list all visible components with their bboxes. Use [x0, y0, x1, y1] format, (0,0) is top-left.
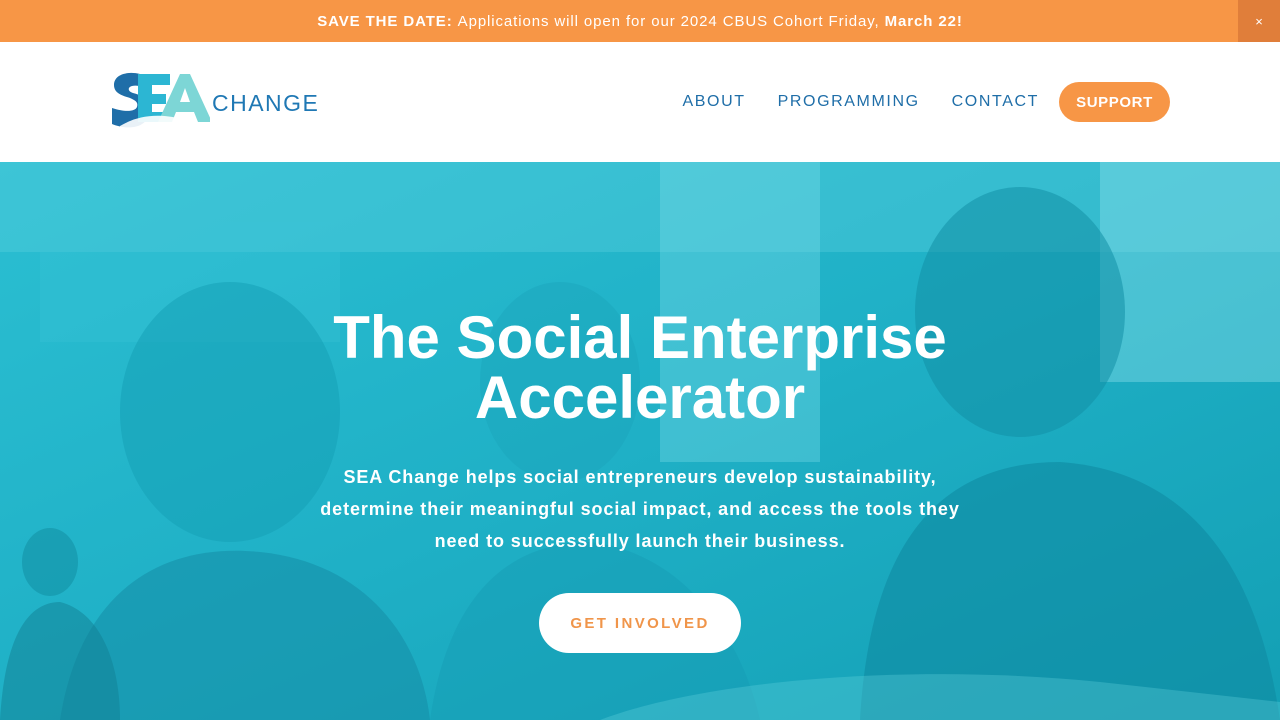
logo-mark-icon — [112, 72, 212, 134]
hero-title: The Social Enterprise Accelerator — [240, 308, 1040, 428]
hero-description: SEA Change helps social entrepreneurs de… — [300, 461, 980, 557]
hero-description-line-2: determine their meaningful social impact… — [320, 499, 960, 519]
get-involved-button[interactable]: GET INVOLVED — [539, 593, 741, 653]
hero-description-line-1: SEA Change helps social entrepreneurs de… — [343, 467, 937, 487]
support-button[interactable]: SUPPORT — [1059, 82, 1170, 122]
nav-about[interactable]: ABOUT — [682, 93, 745, 111]
site-header: CHANGE ABOUT PROGRAMMING CONTACT SUPPORT — [0, 42, 1280, 162]
hero-title-line-1: The Social Enterprise — [333, 304, 947, 371]
logo-wordmark: CHANGE — [212, 90, 320, 116]
main-nav: ABOUT PROGRAMMING CONTACT SUPPORT — [682, 82, 1170, 122]
sea-change-logo[interactable]: CHANGE — [110, 70, 318, 134]
close-icon: × — [1255, 13, 1263, 29]
close-announcement-button[interactable]: × — [1238, 0, 1280, 42]
hero-description-line-3: need to successfully launch their busine… — [434, 531, 846, 551]
nav-contact[interactable]: CONTACT — [952, 93, 1039, 111]
hero-section: The Social Enterprise Accelerator SEA Ch… — [0, 162, 1280, 720]
hero-title-line-2: Accelerator — [474, 364, 806, 431]
announcement-date: March 22! — [884, 12, 963, 30]
announcement-message: Applications will open for our 2024 CBUS… — [457, 12, 880, 30]
announcement-bar: SAVE THE DATE: Applications will open fo… — [0, 0, 1280, 42]
nav-programming[interactable]: PROGRAMMING — [778, 93, 920, 111]
announcement-lead: SAVE THE DATE: — [317, 12, 453, 30]
